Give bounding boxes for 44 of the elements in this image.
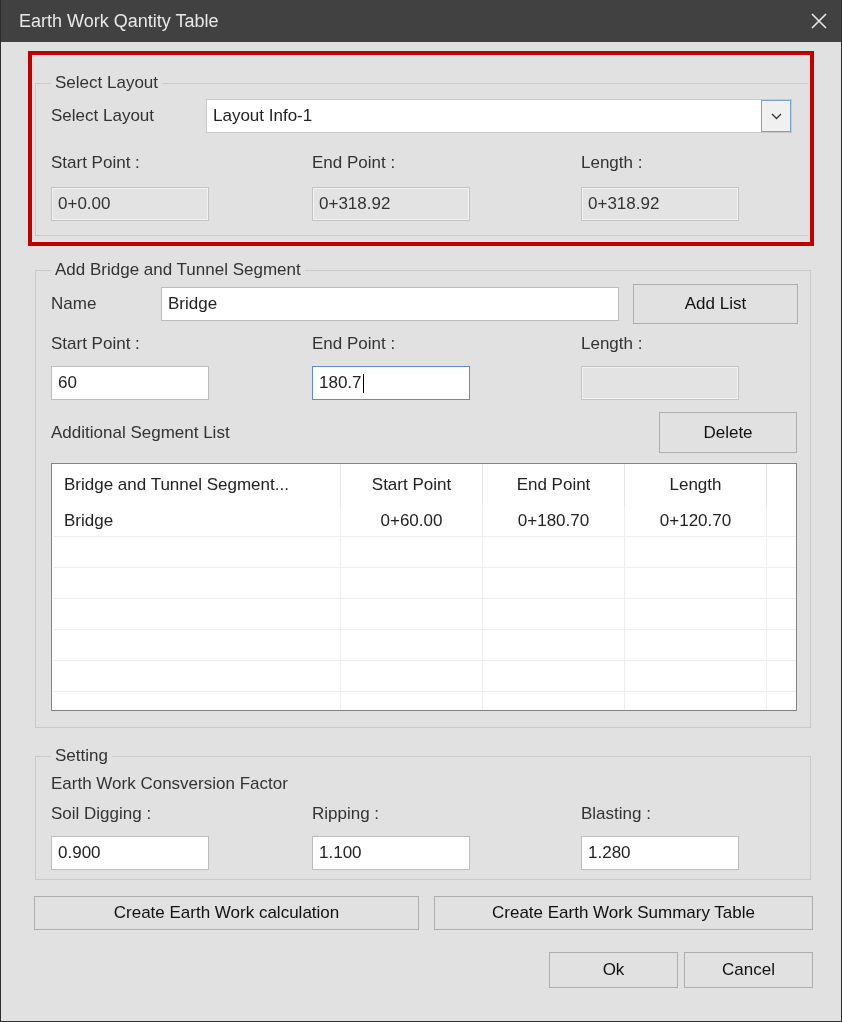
field-label: End Point : xyxy=(312,153,397,173)
chevron-down-icon xyxy=(770,112,782,120)
input-field[interactable] xyxy=(581,366,739,400)
window-title: Earth Work Qantity Table xyxy=(19,10,219,32)
field-label: End Point : xyxy=(312,334,397,354)
field-label: Select Layout xyxy=(51,106,155,126)
dialog-button[interactable]: Cancel xyxy=(684,952,813,988)
column-header[interactable]: Length xyxy=(625,464,767,506)
action-button[interactable]: Create Earth Work calculation xyxy=(34,896,419,930)
dialog-button[interactable]: Ok xyxy=(549,952,678,988)
field-label: Start Point : xyxy=(51,153,141,173)
section-label: Earth Work Consversion Factor xyxy=(51,774,289,794)
column-header[interactable]: Bridge and Tunnel Segment... xyxy=(54,464,341,506)
group-title: Select Layout xyxy=(54,73,159,93)
input-field[interactable]: 0+318.92 xyxy=(312,187,470,221)
table-cell: 0+60.00 xyxy=(341,506,483,536)
input-field[interactable]: 0.900 xyxy=(51,836,209,870)
field-label: Name xyxy=(51,294,98,314)
add-list-button[interactable]: Add List xyxy=(633,284,798,324)
layout-dropdown[interactable]: Layout Info-1 xyxy=(206,99,792,133)
input-field[interactable]: 1.100 xyxy=(312,836,470,870)
input-field[interactable]: 1.280 xyxy=(581,836,739,870)
input-field[interactable]: Bridge xyxy=(161,287,619,321)
table-cell: Bridge xyxy=(54,506,341,536)
table-cell: 0+180.70 xyxy=(483,506,625,536)
column-header[interactable]: Start Point xyxy=(341,464,483,506)
field-label: Blasting : xyxy=(581,804,652,824)
field-label: Start Point : xyxy=(51,334,141,354)
table-cell: 0+120.70 xyxy=(625,506,767,536)
field-label: Length : xyxy=(581,334,644,354)
input-field[interactable]: 0+0.00 xyxy=(51,187,209,221)
field-label: Length : xyxy=(581,153,644,173)
column-header[interactable]: End Point xyxy=(483,464,625,506)
input-field[interactable]: 60 xyxy=(51,366,209,400)
group-title: Setting xyxy=(54,746,109,766)
list-label: Additional Segment List xyxy=(51,422,230,443)
close-icon[interactable] xyxy=(811,13,827,29)
field-label: Soil Digging : xyxy=(51,804,153,824)
action-button[interactable]: Create Earth Work Summary Table xyxy=(434,896,813,930)
input-field[interactable]: 180.7 xyxy=(312,366,470,400)
delete-button[interactable]: Delete xyxy=(659,412,797,453)
group-title: Add Bridge and Tunnel Segment xyxy=(54,260,302,280)
input-field[interactable]: 0+318.92 xyxy=(581,187,739,221)
field-label: Ripping : xyxy=(312,804,381,824)
